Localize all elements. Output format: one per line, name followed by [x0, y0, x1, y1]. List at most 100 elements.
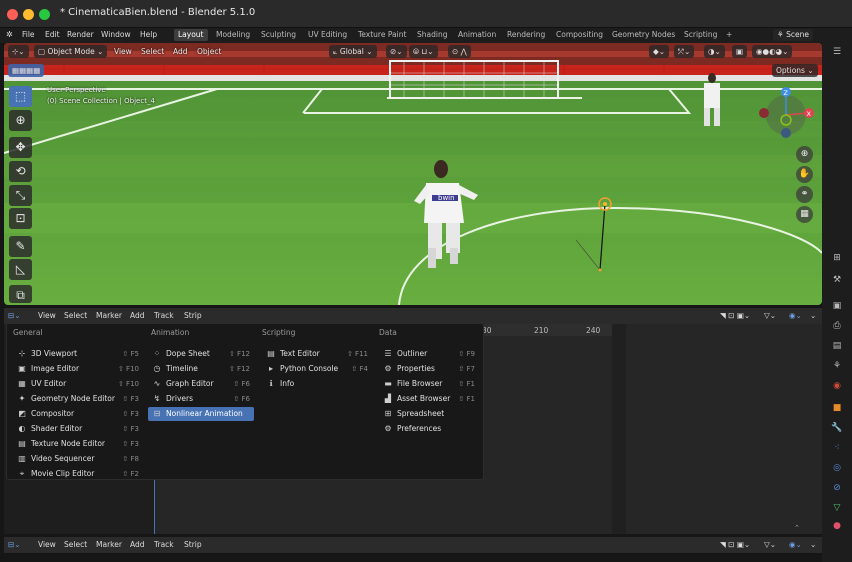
bottom-menu-view[interactable]: View [38, 540, 56, 549]
tool-rotate[interactable]: ⟲ [9, 161, 32, 182]
bottom-filter-button[interactable]: ▽⌄ [764, 540, 776, 549]
workspace-tab-sculpting[interactable]: Sculpting [261, 30, 296, 39]
timeline-menu-track[interactable]: Track [154, 311, 174, 320]
bottom-menu-marker[interactable]: Marker [96, 540, 122, 549]
tool-add-cube[interactable]: ⧉ [9, 285, 32, 303]
snap-toggle[interactable]: ⦾ ⊔⌄ [409, 45, 438, 58]
zoom-button[interactable]: ⊕ [796, 146, 813, 163]
viewport-menu-select[interactable]: Select [141, 47, 164, 56]
editor-menu-item-properties[interactable]: ⚙ Properties ⇧ F7 [379, 362, 479, 376]
pivot-point-selector[interactable]: ⊘⌄ [386, 45, 407, 58]
workspace-tab-rendering[interactable]: Rendering [507, 30, 545, 39]
editor-type-button[interactable]: ⊟⌄ [8, 311, 21, 320]
editor-menu-item-asset-browser[interactable]: ▟ Asset Browser ⇧ F1 [379, 392, 479, 406]
properties-editor-icon[interactable]: ⊞ [830, 251, 844, 265]
editor-menu-item-uv-editor[interactable]: ▦ UV Editor ⇧ F10 [13, 377, 143, 391]
workspace-tab-scripting[interactable]: Scripting [684, 30, 717, 39]
workspace-tab-modeling[interactable]: Modeling [216, 30, 250, 39]
proportional-edit-toggle[interactable]: ⊙ ⋀ [448, 45, 471, 58]
bottom-overlay-options[interactable]: ◉⌄ [789, 540, 802, 549]
scene-properties-icon[interactable]: ⚘ [830, 359, 844, 373]
world-properties-icon[interactable]: ◉ [830, 379, 844, 393]
tool-select-box[interactable]: ⬚ [9, 86, 32, 107]
timeline-menu-select[interactable]: Select [64, 311, 87, 320]
tool-cursor[interactable]: ⊕ [9, 110, 32, 131]
minimize-window-icon[interactable] [23, 9, 34, 20]
data-properties-icon[interactable]: ▽ [830, 501, 844, 515]
menu-file[interactable]: File [22, 30, 35, 39]
editor-menu-item-texture-node-editor[interactable]: ▤ Texture Node Editor ⇧ F3 [13, 437, 143, 451]
workspace-tab-compositing[interactable]: Compositing [556, 30, 603, 39]
filter-button[interactable]: ▽⌄ [764, 311, 776, 320]
workspace-tab-uv-editing[interactable]: UV Editing [308, 30, 347, 39]
bottom-menu-add[interactable]: Add [130, 540, 145, 549]
bottom-collapse-icon[interactable]: ⌄ [810, 540, 816, 549]
editor-menu-item-spreadsheet[interactable]: ⊞ Spreadsheet [379, 407, 479, 421]
tool-move[interactable]: ✥ [9, 137, 32, 158]
constraints-properties-icon[interactable]: ⊘ [830, 481, 844, 495]
gizmo-toggle[interactable]: ⤱⌄ [674, 45, 695, 58]
options-button[interactable]: Options ⌄ [772, 64, 818, 77]
view-layer-icon[interactable]: ▤ [830, 339, 844, 353]
ortho-toggle-button[interactable]: ▦ [796, 206, 813, 223]
timeline-menu-add[interactable]: Add [130, 311, 145, 320]
pan-button[interactable]: ✋ [796, 166, 813, 183]
xray-toggle[interactable]: ▣ [732, 45, 748, 58]
tool-annotate[interactable]: ✎ [9, 236, 32, 257]
bottom-menu-select[interactable]: Select [64, 540, 87, 549]
object-properties-icon[interactable]: ■ [830, 401, 844, 415]
editor-menu-item-outliner[interactable]: ☰ Outliner ⇧ F9 [379, 347, 479, 361]
overlay-options[interactable]: ◉⌄ [789, 311, 802, 320]
viewport-3d[interactable]: bwin Z X [4, 43, 822, 305]
snapping-controls[interactable]: ◥ ⊡ ▣⌄ [720, 311, 750, 320]
tool-scale[interactable]: ⤡ [9, 185, 32, 206]
camera-view-button[interactable]: ⚭ [796, 186, 813, 203]
tool-measure[interactable]: ◺ [9, 259, 32, 280]
workspace-tab-texture-paint[interactable]: Texture Paint [358, 30, 406, 39]
editor-menu-item-shader-editor[interactable]: ◐ Shader Editor ⇧ F3 [13, 422, 143, 436]
viewport-menu-view[interactable]: View [114, 47, 132, 56]
workspace-tab-animation[interactable]: Animation [458, 30, 496, 39]
timeline-menu-strip[interactable]: Strip [184, 311, 202, 320]
timeline-menu-marker[interactable]: Marker [96, 311, 122, 320]
add-workspace-button[interactable]: + [726, 30, 732, 39]
bottom-menu-track[interactable]: Track [154, 540, 174, 549]
editor-menu-item-drivers[interactable]: ↯ Drivers ⇧ F6 [148, 392, 254, 406]
overlay-toggle[interactable]: ◑⌄ [704, 45, 725, 58]
editor-menu-item-graph-editor[interactable]: ∿ Graph Editor ⇧ F6 [148, 377, 254, 391]
modifier-properties-icon[interactable]: 🔧 [830, 421, 844, 435]
output-properties-icon[interactable]: ⎙ [830, 319, 844, 333]
editor-menu-item-geometry-node-editor[interactable]: ✦ Geometry Node Editor ⇧ F3 [13, 392, 143, 406]
bottom-snapping-controls[interactable]: ◥ ⊡ ▣⌄ [720, 540, 750, 549]
close-window-icon[interactable] [7, 9, 18, 20]
visibility-selector[interactable]: ◆⌄ [649, 45, 670, 58]
bottom-editor-type-button[interactable]: ⊟⌄ [8, 540, 21, 549]
editor-menu-item-3d-viewport[interactable]: ⊹ 3D Viewport ⇧ F5 [13, 347, 143, 361]
tool-transform[interactable]: ⊡ [9, 208, 32, 229]
timeline-menu-view[interactable]: View [38, 311, 56, 320]
zoom-window-icon[interactable] [39, 9, 50, 20]
menu-edit[interactable]: Edit [45, 30, 60, 39]
editor-menu-item-text-editor[interactable]: ▤ Text Editor ⇧ F11 [262, 347, 372, 361]
viewport-menu-add[interactable]: Add [173, 47, 188, 56]
editor-menu-item-python-console[interactable]: ▸ Python Console ⇧ F4 [262, 362, 372, 376]
editor-menu-item-video-sequencer[interactable]: ▥ Video Sequencer ⇧ F8 [13, 452, 143, 466]
blender-logo-icon[interactable]: ✲ [6, 30, 13, 39]
editor-menu-item-image-editor[interactable]: ▣ Image Editor ⇧ F10 [13, 362, 143, 376]
viewport-menu-object[interactable]: Object [197, 47, 221, 56]
editor-menu-item-file-browser[interactable]: ▬ File Browser ⇧ F1 [379, 377, 479, 391]
menu-render[interactable]: Render [67, 30, 94, 39]
shading-mode-selector[interactable]: ◉●◐◕⌄ [752, 45, 793, 58]
editor-menu-item-timeline[interactable]: ◷ Timeline ⇧ F12 [148, 362, 254, 376]
editor-menu-item-info[interactable]: ℹ Info [262, 377, 372, 391]
collapse-icon[interactable]: ⌄ [810, 311, 816, 320]
render-properties-icon[interactable]: ▣ [830, 299, 844, 313]
transform-orientation-selector[interactable]: ⟀ Global ⌄ [329, 45, 377, 58]
editor-menu-item-compositor[interactable]: ◩ Compositor ⇧ F3 [13, 407, 143, 421]
scrollbar-track[interactable] [612, 324, 626, 534]
scroll-up-icon[interactable]: ⌃ [794, 524, 806, 532]
mode-selector[interactable]: ▢ Object Mode ⌄ [34, 45, 108, 58]
material-properties-icon[interactable]: ● [830, 519, 844, 533]
tool-properties-icon[interactable]: ⚒ [830, 273, 844, 287]
particles-properties-icon[interactable]: ⁖ [830, 441, 844, 455]
